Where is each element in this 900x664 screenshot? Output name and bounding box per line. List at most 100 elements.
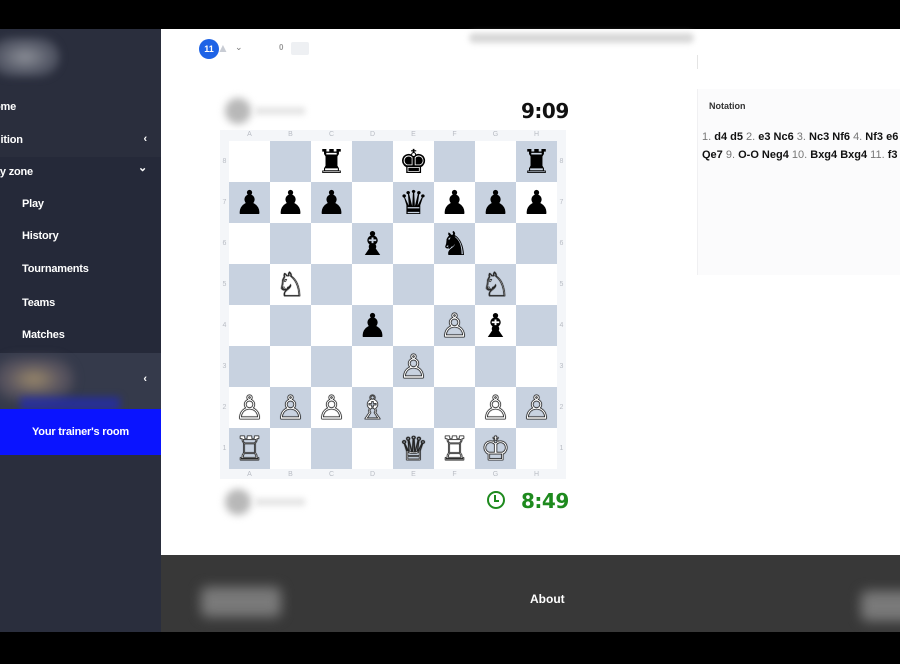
square-e2[interactable] (393, 387, 434, 428)
square-d2[interactable]: ♗ (352, 387, 393, 428)
square-d6[interactable]: ♝ (352, 223, 393, 264)
square-h3[interactable] (516, 346, 557, 387)
black-rook-icon[interactable]: ♜ (317, 145, 347, 178)
square-f2[interactable] (434, 387, 475, 428)
white-pawn-icon[interactable]: ♙ (521, 391, 551, 425)
chess-board[interactable]: ♜ ♚ ♜ ♟ ♟ ♟ ♛ ♟ ♟ ♟ ♝ ♞ ♘ ♘ ♟ ♙ ♝ ♙ ♙ ♙ ♙ ♗ ♙ ♙ ♖ ♕ ♖ ♔ (229, 141, 557, 469)
move[interactable]: Nc3 Nf6 (809, 131, 853, 143)
white-queen-icon[interactable]: ♕ (398, 432, 428, 466)
square-e6[interactable] (393, 223, 434, 264)
square-e1[interactable]: ♕ (393, 428, 434, 469)
square-f4[interactable]: ♙ (434, 305, 475, 346)
search-bar[interactable] (469, 33, 694, 43)
black-king-icon[interactable]: ♚ (399, 145, 429, 178)
white-rook-icon[interactable]: ♖ (234, 432, 264, 466)
square-c8[interactable]: ♜ (311, 141, 352, 182)
square-g4[interactable]: ♝ (475, 305, 516, 346)
square-a5[interactable] (229, 264, 270, 305)
square-d7[interactable] (352, 182, 393, 223)
square-h1[interactable] (516, 428, 557, 469)
square-g1[interactable]: ♔ (475, 428, 516, 469)
square-e4[interactable] (393, 305, 434, 346)
mail-icon[interactable] (291, 42, 309, 55)
square-c1[interactable] (311, 428, 352, 469)
square-f7[interactable]: ♟ (434, 182, 475, 223)
move[interactable]: d4 d5 (714, 131, 746, 143)
black-bishop-icon[interactable]: ♝ (481, 309, 511, 342)
white-pawn-icon[interactable]: ♙ (480, 391, 510, 425)
white-pawn-icon[interactable]: ♙ (439, 309, 469, 343)
move[interactable]: O-O Neg4 (738, 149, 792, 161)
square-g8[interactable] (475, 141, 516, 182)
square-f5[interactable] (434, 264, 475, 305)
square-a3[interactable] (229, 346, 270, 387)
chevron-left-icon[interactable]: ‹ (143, 373, 147, 385)
square-g5[interactable]: ♘ (475, 264, 516, 305)
square-h2[interactable]: ♙ (516, 387, 557, 428)
sidebar-item-matches[interactable]: Matches (0, 319, 161, 351)
profile-section[interactable]: ‹ (0, 353, 161, 411)
square-f1[interactable]: ♖ (434, 428, 475, 469)
move[interactable]: Bxg4 Bxg4 (810, 149, 870, 161)
move[interactable]: e3 Nc6 (758, 131, 797, 143)
square-h4[interactable] (516, 305, 557, 346)
square-h8[interactable]: ♜ (516, 141, 557, 182)
white-king-icon[interactable]: ♔ (480, 432, 510, 466)
black-pawn-icon[interactable]: ♟ (522, 186, 552, 219)
square-d8[interactable] (352, 141, 393, 182)
white-pawn-icon[interactable]: ♙ (234, 391, 264, 425)
black-pawn-icon[interactable]: ♟ (481, 186, 511, 219)
sidebar-item-tuition[interactable]: uition ‹ (0, 124, 161, 156)
square-h6[interactable] (516, 223, 557, 264)
chevron-down-icon[interactable]: ⌄ (235, 42, 243, 53)
black-queen-icon[interactable]: ♛ (399, 186, 429, 219)
move[interactable]: Qe7 (702, 149, 726, 161)
square-b7[interactable]: ♟ (270, 182, 311, 223)
trainer-room-button[interactable]: Your trainer's room (0, 409, 161, 455)
square-f3[interactable] (434, 346, 475, 387)
black-pawn-icon[interactable]: ♟ (235, 186, 265, 219)
sidebar-item-play[interactable]: Play (0, 188, 161, 220)
sidebar-item-tournaments[interactable]: Tournaments (0, 253, 161, 285)
black-pawn-icon[interactable]: ♟ (440, 186, 470, 219)
square-a6[interactable] (229, 223, 270, 264)
black-pawn-icon[interactable]: ♟ (358, 309, 388, 342)
square-c3[interactable] (311, 346, 352, 387)
square-c5[interactable] (311, 264, 352, 305)
move[interactable]: f3 (888, 149, 898, 161)
square-d3[interactable] (352, 346, 393, 387)
square-g6[interactable] (475, 223, 516, 264)
square-b8[interactable] (270, 141, 311, 182)
sidebar-item-play-zone[interactable]: ay zone ⌄ (0, 156, 161, 188)
square-b4[interactable] (270, 305, 311, 346)
black-bishop-icon[interactable]: ♝ (358, 227, 388, 260)
square-a8[interactable] (229, 141, 270, 182)
square-e5[interactable] (393, 264, 434, 305)
sidebar-item-home[interactable]: ome (0, 91, 161, 123)
sidebar-item-history[interactable]: History (0, 220, 161, 252)
square-g7[interactable]: ♟ (475, 182, 516, 223)
white-knight-icon[interactable]: ♘ (275, 268, 305, 302)
black-rook-icon[interactable]: ♜ (522, 145, 552, 178)
square-f8[interactable] (434, 141, 475, 182)
square-c6[interactable] (311, 223, 352, 264)
square-g2[interactable]: ♙ (475, 387, 516, 428)
square-h5[interactable] (516, 264, 557, 305)
move[interactable]: Nf3 e6 (865, 131, 898, 143)
square-b6[interactable] (270, 223, 311, 264)
square-f6[interactable]: ♞ (434, 223, 475, 264)
square-d5[interactable] (352, 264, 393, 305)
white-pawn-icon[interactable]: ♙ (398, 350, 428, 384)
sidebar-item-teams[interactable]: Teams (0, 287, 161, 319)
square-a7[interactable]: ♟ (229, 182, 270, 223)
white-pawn-icon[interactable]: ♙ (316, 391, 346, 425)
square-c4[interactable] (311, 305, 352, 346)
square-g3[interactable] (475, 346, 516, 387)
square-a1[interactable]: ♖ (229, 428, 270, 469)
square-a2[interactable]: ♙ (229, 387, 270, 428)
square-h7[interactable]: ♟ (516, 182, 557, 223)
square-c2[interactable]: ♙ (311, 387, 352, 428)
square-b1[interactable] (270, 428, 311, 469)
square-e8[interactable]: ♚ (393, 141, 434, 182)
black-knight-icon[interactable]: ♞ (440, 227, 470, 260)
